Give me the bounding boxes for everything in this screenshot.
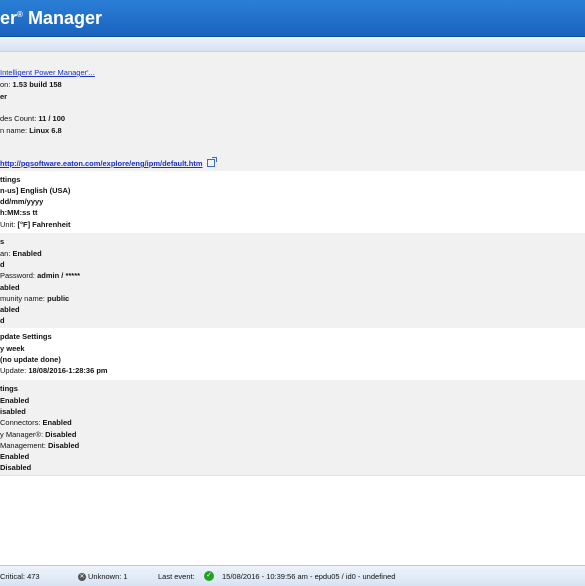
help-url-link[interactable]: http://pqsoftware.eaton.com/explore/eng/… bbox=[0, 159, 203, 168]
regional-settings-section: ttings n-us] English (USA) dd/mm/yyyy h:… bbox=[0, 171, 585, 234]
module-status: Disabled bbox=[0, 463, 32, 472]
unknown-icon: ✕ bbox=[78, 573, 86, 582]
management-row: Management: Disabled bbox=[0, 441, 80, 450]
critical-count[interactable]: Critical: 473 bbox=[0, 572, 40, 581]
section-title: pdate Settings bbox=[0, 332, 52, 341]
check-ok-icon: ✓ bbox=[204, 571, 214, 581]
section-title: s bbox=[0, 237, 5, 246]
community-name-row: munity name: public bbox=[0, 294, 70, 303]
version-row: on: 1.53 build 158 bbox=[0, 80, 62, 89]
status-bar: Critical: 473 ✕ Unknown: 1 Last event: ✓ … bbox=[0, 565, 585, 586]
last-event-label: Last event: bbox=[158, 572, 195, 581]
date-format-value: dd/mm/yyyy bbox=[0, 197, 44, 206]
modules-settings-section: tings Enabled isabled Connectors: Enable… bbox=[0, 380, 585, 476]
last-update-row: Update: 18/08/2016-1:28:36 pm bbox=[0, 366, 108, 375]
module-status: Enabled bbox=[0, 452, 30, 461]
nodes-count-row: des Count: 11 / 100 bbox=[0, 114, 66, 123]
toolbar-strip bbox=[0, 37, 585, 52]
update-settings-section: pdate Settings y week (no update done) U… bbox=[0, 328, 585, 381]
external-link-icon[interactable] bbox=[206, 157, 217, 167]
network-settings-section: s an: Enabled d Password: admin / ***** … bbox=[0, 233, 585, 329]
app-title: wer® Manager bbox=[0, 8, 102, 28]
connectors-row: Connectors: Enabled bbox=[0, 418, 72, 427]
setting-row: abled bbox=[0, 283, 20, 292]
edition-row: er bbox=[0, 92, 8, 101]
section-title: ttings bbox=[0, 175, 21, 184]
setting-row: d bbox=[0, 316, 5, 325]
section-title: tings bbox=[0, 384, 18, 393]
os-name-row: n name: Linux 6.8 bbox=[0, 126, 62, 135]
setting-row: d bbox=[0, 260, 5, 269]
about-content: Intelligent Power Manager'... on: 1.53 b… bbox=[0, 52, 585, 564]
module-status: Enabled bbox=[0, 396, 30, 405]
about-section: Intelligent Power Manager'... on: 1.53 b… bbox=[0, 52, 585, 172]
module-status: isabled bbox=[0, 407, 26, 416]
unknown-count-item[interactable]: ✕ Unknown: 1 bbox=[78, 572, 128, 582]
time-format-value: h:MM:ss tt bbox=[0, 208, 38, 217]
last-event-value[interactable]: 15/08/2016 - 10:39:56 am - epdu05 / id0 … bbox=[222, 572, 395, 581]
language-value: n-us] English (USA) bbox=[0, 186, 71, 195]
update-frequency-value: y week bbox=[0, 344, 25, 353]
setting-row: abled bbox=[0, 305, 20, 314]
unknown-count: Unknown: 1 bbox=[88, 572, 128, 581]
product-link[interactable]: Intelligent Power Manager'... bbox=[0, 68, 95, 77]
setting-row: an: Enabled bbox=[0, 249, 42, 258]
app-header: wer® Manager bbox=[0, 0, 585, 37]
temperature-unit-row: Unit: [°F] Fahrenheit bbox=[0, 220, 71, 229]
password-row: Password: admin / ***** bbox=[0, 271, 81, 280]
manager-row: y Manager®: Disabled bbox=[0, 430, 77, 439]
update-status-value: (no update done) bbox=[0, 355, 61, 364]
